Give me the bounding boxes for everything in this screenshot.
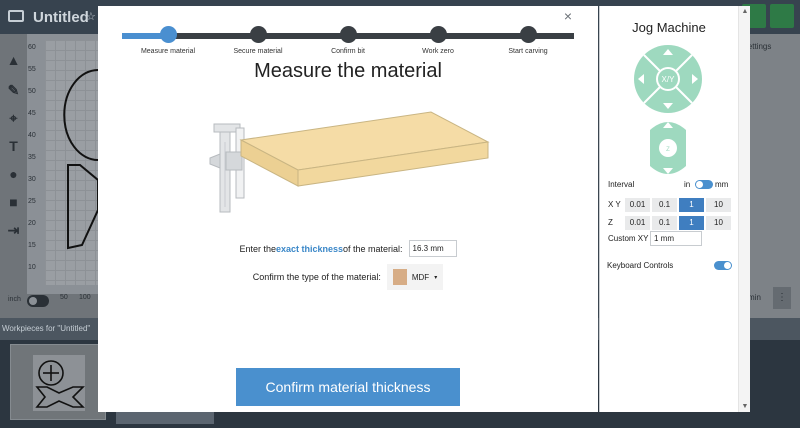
xy-step-option[interactable]: 0.1 [652, 198, 678, 212]
modal-title: Measure the material [254, 60, 442, 82]
ruler-y-label: 60 [28, 44, 36, 51]
xy-jog-pad[interactable]: X/Y [633, 44, 703, 114]
workpiece-shape-icon [35, 360, 85, 408]
z-step-row: Z 0.01 0.1 1 10 [608, 216, 732, 230]
xy-label: X/Y [662, 75, 676, 84]
material-name: MDF [411, 272, 430, 282]
thickness-prefix: Enter the [239, 243, 276, 254]
pen-icon: ✎ [7, 82, 20, 98]
xy-step-option[interactable]: 0.01 [625, 198, 651, 212]
unit-in-label: in [684, 180, 691, 189]
step-dot [249, 26, 267, 43]
step-work-zero: Work zero [398, 24, 478, 55]
ruler-x-label: 100 [79, 294, 91, 301]
jog-title: Jog Machine [632, 20, 706, 35]
step-label: Work zero [422, 48, 454, 55]
step-label: Confirm bit [331, 48, 365, 55]
progress-stepper: Measure material Secure material Confirm… [122, 24, 574, 64]
keyboard-controls-toggle[interactable] [714, 261, 732, 270]
xy-axis-label: X Y [608, 200, 621, 209]
material-board-icon [239, 111, 490, 187]
units-label: inch [8, 296, 21, 303]
workpiece-tab [116, 410, 214, 424]
step-secure-material: Secure material [218, 24, 298, 55]
workpiece-thumbnail [10, 344, 106, 420]
xy-step-option-active[interactable]: 1 [679, 198, 705, 212]
keyboard-controls-row: Keyboard Controls [607, 261, 732, 270]
ruler-y-label: 35 [28, 154, 36, 161]
material-label: Confirm the type of the material: [252, 272, 381, 282]
z-label: Z [666, 147, 670, 153]
thickness-suffix: of the material: [343, 243, 403, 254]
z-axis-label: Z [608, 218, 613, 227]
thickness-highlight: exact thickness [275, 243, 344, 254]
custom-xy-row: Custom XY [608, 231, 732, 246]
unit-mm-label: mm [715, 180, 729, 189]
ruler-y-label: 50 [28, 88, 36, 95]
step-start-carving: Start carving [488, 24, 568, 55]
scroll-up-icon[interactable]: ▲ [739, 8, 751, 15]
z-jog-pad[interactable]: Z [648, 118, 688, 178]
custom-xy-input[interactable] [650, 231, 702, 246]
more-options-icon: ⋮ [773, 287, 791, 309]
step-dot [429, 26, 447, 43]
material-select[interactable]: MDF ▾ [386, 264, 444, 290]
apple-icon: ● [9, 166, 18, 182]
chevron-down-icon: ▾ [434, 274, 438, 281]
ruler-y-label: 45 [28, 110, 36, 117]
ruler-y-label: 10 [28, 264, 36, 271]
scroll-down-icon[interactable]: ▼ [739, 403, 751, 410]
z-step-option[interactable]: 10 [706, 216, 732, 230]
target-icon: ⌖ [9, 110, 18, 126]
workpieces-label: Workpieces for "Untitled" [2, 324, 91, 333]
step-label: Start carving [508, 48, 548, 55]
caliper-material-illustration [209, 111, 490, 213]
shapes-icon: ▲ [6, 52, 21, 68]
carve-button-2 [770, 4, 794, 28]
screen-icon [8, 10, 24, 22]
ruler-y-label: 15 [28, 242, 36, 249]
material-row: Confirm the type of the material: MDF ▾ [98, 264, 598, 290]
ruler-y-label: 30 [28, 176, 36, 183]
text-tool-icon: T [9, 138, 18, 154]
favorite-star-icon: ☆ [86, 11, 96, 23]
keyboard-controls-label: Keyboard Controls [607, 261, 674, 270]
custom-xy-label: Custom XY [608, 234, 649, 243]
ruler-y-label: 55 [28, 66, 36, 73]
step-dot [519, 26, 537, 43]
ruler-y-label: 40 [28, 132, 36, 139]
thickness-row: Enter the exact thickness of the materia… [98, 240, 598, 257]
ruler-y-label: 25 [28, 198, 36, 205]
ruler-x-label: 50 [60, 294, 68, 301]
units-toggle [27, 295, 49, 307]
z-step-option-active[interactable]: 1 [679, 216, 705, 230]
step-measure-material: Measure material [128, 24, 208, 55]
step-label: Secure material [233, 48, 283, 55]
xy-step-option[interactable]: 10 [706, 198, 732, 212]
unit-toggle[interactable] [695, 180, 713, 189]
close-icon[interactable]: × [560, 8, 576, 24]
caliper-icon [209, 123, 245, 213]
step-dot-active [159, 26, 177, 43]
interval-label: Interval [608, 180, 635, 189]
material-swatch [392, 269, 407, 285]
z-step-option[interactable]: 0.1 [652, 216, 678, 230]
step-label: Measure material [140, 48, 196, 55]
interval-row: Interval in mm [608, 180, 732, 189]
jog-machine-panel: × Jog Machine X/Y Z Interval in mm X Y 0… [599, 6, 750, 412]
step-confirm-bit: Confirm bit [308, 24, 388, 55]
carve-setup-modal: × Measure material Secure material Confi… [98, 6, 598, 412]
box-icon: ■ [9, 194, 18, 210]
confirm-thickness-button[interactable]: Confirm material thickness [236, 368, 460, 406]
jog-scrollbar[interactable]: ▲ ▼ [738, 6, 750, 412]
thickness-input[interactable] [408, 240, 457, 257]
import-icon: ⇥ [7, 222, 20, 238]
tool-sidebar: ▲ ✎ ⌖ T ● ■ ⇥ [0, 34, 27, 318]
z-step-option[interactable]: 0.01 [625, 216, 651, 230]
ruler-y-label: 20 [28, 220, 36, 227]
app-title: Untitled [33, 9, 89, 26]
canvas-shapes [63, 69, 99, 250]
step-dot [339, 26, 357, 43]
xy-step-row: X Y 0.01 0.1 1 10 [608, 198, 732, 212]
